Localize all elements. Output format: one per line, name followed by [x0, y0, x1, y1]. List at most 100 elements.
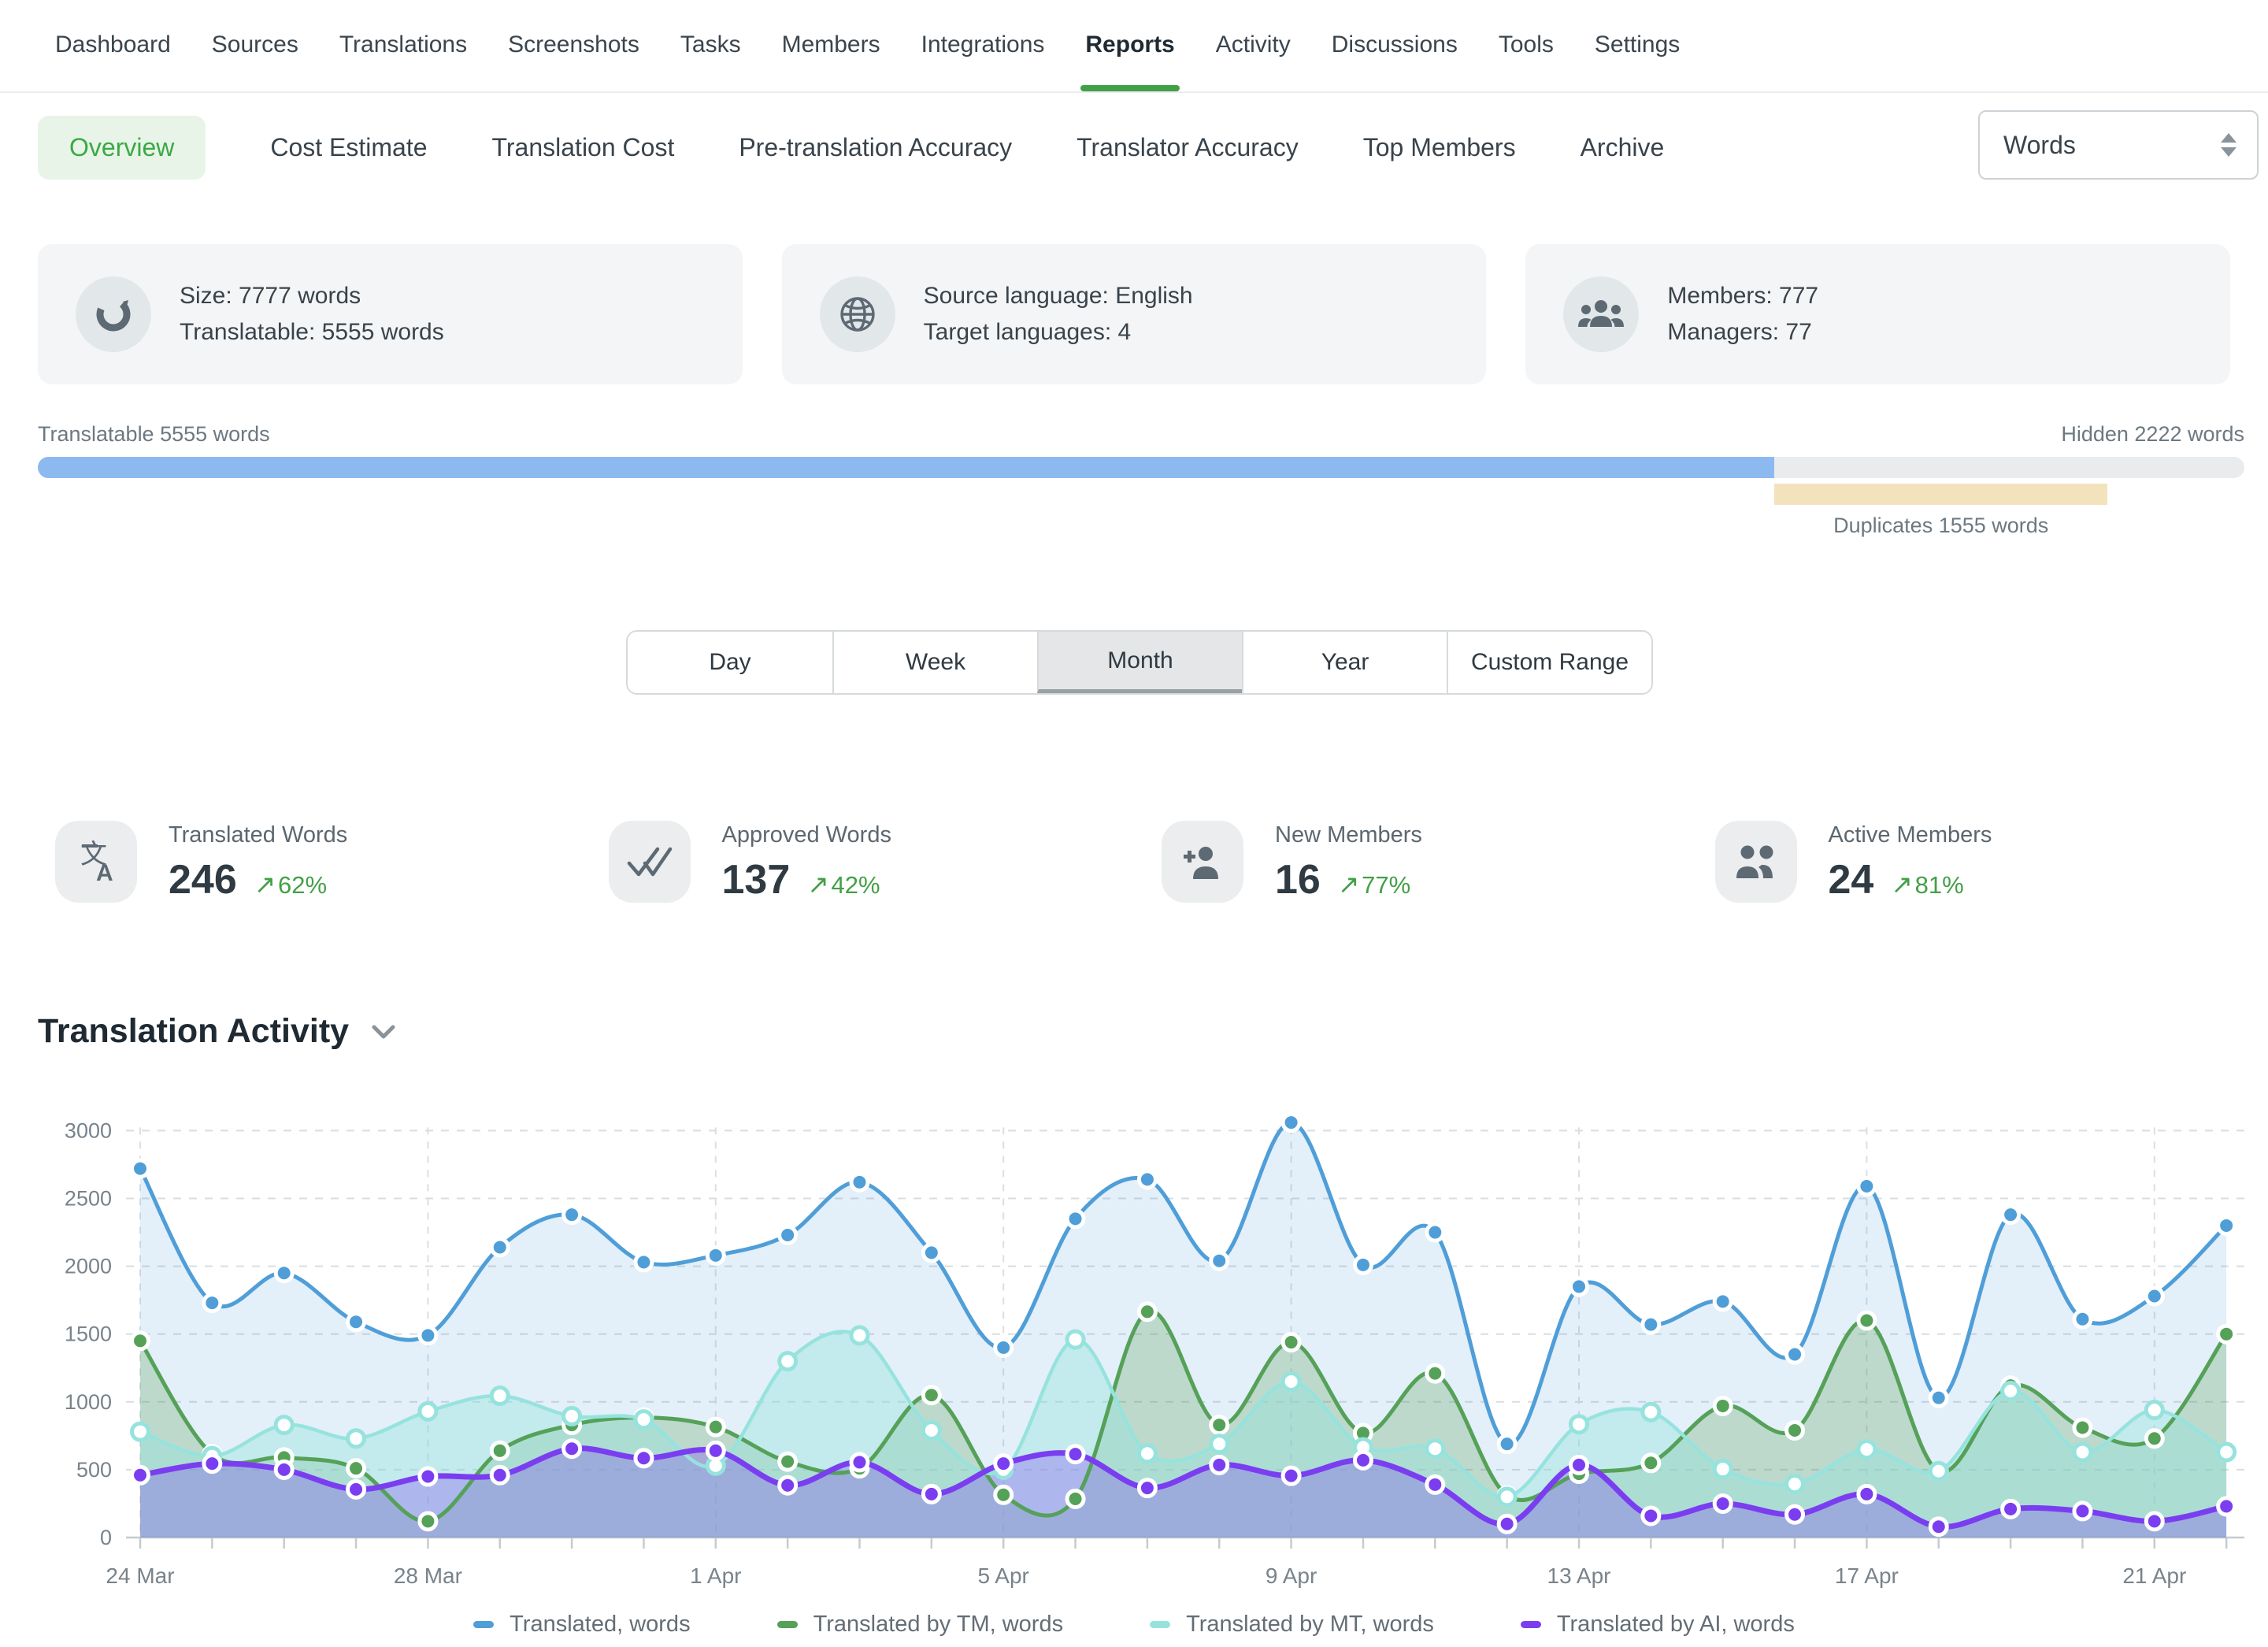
data-point[interactable] — [348, 1460, 365, 1477]
report-tab-pre-translation-accuracy[interactable]: Pre-translation Accuracy — [739, 116, 1012, 180]
data-point[interactable] — [1067, 1331, 1084, 1348]
data-point[interactable] — [707, 1247, 724, 1263]
data-point[interactable] — [780, 1226, 796, 1243]
range-tab-day[interactable]: Day — [628, 632, 832, 693]
range-tab-year[interactable]: Year — [1242, 632, 1447, 693]
data-point[interactable] — [564, 1408, 580, 1424]
nav-item-tasks[interactable]: Tasks — [680, 0, 741, 90]
nav-item-tools[interactable]: Tools — [1499, 0, 1554, 90]
data-point[interactable] — [348, 1481, 365, 1497]
data-point[interactable] — [2146, 1430, 2162, 1447]
data-point[interactable] — [780, 1453, 796, 1470]
data-point[interactable] — [1714, 1397, 1731, 1414]
data-point[interactable] — [348, 1430, 365, 1447]
data-point[interactable] — [420, 1327, 436, 1344]
data-point[interactable] — [132, 1160, 149, 1177]
data-point[interactable] — [276, 1417, 292, 1434]
data-point[interactable] — [995, 1339, 1012, 1356]
report-tab-translator-accuracy[interactable]: Translator Accuracy — [1077, 116, 1299, 180]
data-point[interactable] — [851, 1174, 868, 1190]
data-point[interactable] — [851, 1327, 868, 1344]
data-point[interactable] — [2003, 1500, 2019, 1517]
data-point[interactable] — [1427, 1476, 1443, 1493]
data-point[interactable] — [276, 1265, 292, 1282]
data-point[interactable] — [1787, 1346, 1803, 1363]
data-point[interactable] — [1067, 1446, 1084, 1463]
data-point[interactable] — [1354, 1256, 1371, 1273]
data-point[interactable] — [1930, 1519, 1947, 1535]
data-point[interactable] — [2218, 1498, 2235, 1515]
data-point[interactable] — [1139, 1304, 1155, 1320]
range-tab-week[interactable]: Week — [832, 632, 1037, 693]
unit-select[interactable]: Words — [1978, 110, 2259, 180]
data-point[interactable] — [2146, 1402, 2162, 1419]
data-point[interactable] — [132, 1467, 149, 1483]
data-point[interactable] — [132, 1333, 149, 1349]
data-point[interactable] — [420, 1513, 436, 1530]
data-point[interactable] — [1283, 1467, 1299, 1484]
nav-item-discussions[interactable]: Discussions — [1332, 0, 1458, 90]
legend-item-tm[interactable]: Translated by TM, words — [777, 1612, 1064, 1638]
data-point[interactable] — [491, 1442, 508, 1459]
data-point[interactable] — [1499, 1515, 1515, 1532]
data-point[interactable] — [1427, 1224, 1443, 1241]
data-point[interactable] — [491, 1388, 508, 1404]
nav-item-dashboard[interactable]: Dashboard — [55, 0, 171, 90]
nav-item-translations[interactable]: Translations — [339, 0, 467, 90]
data-point[interactable] — [1354, 1452, 1371, 1468]
data-point[interactable] — [1139, 1480, 1155, 1497]
data-point[interactable] — [1787, 1422, 1803, 1438]
data-point[interactable] — [1211, 1456, 1228, 1473]
data-point[interactable] — [1643, 1455, 1659, 1471]
data-point[interactable] — [1211, 1436, 1228, 1452]
legend-item-translated[interactable]: Translated, words — [473, 1612, 690, 1638]
report-tab-overview[interactable]: Overview — [38, 116, 206, 180]
legend-item-mt[interactable]: Translated by MT, words — [1150, 1612, 1434, 1638]
data-point[interactable] — [2218, 1326, 2235, 1342]
data-point[interactable] — [1067, 1490, 1084, 1507]
data-point[interactable] — [491, 1239, 508, 1256]
nav-item-reports[interactable]: Reports — [1085, 0, 1174, 90]
data-point[interactable] — [2074, 1444, 2091, 1460]
data-point[interactable] — [2218, 1444, 2235, 1460]
data-point[interactable] — [923, 1422, 939, 1438]
data-point[interactable] — [564, 1207, 580, 1223]
data-point[interactable] — [1714, 1495, 1731, 1512]
data-point[interactable] — [491, 1467, 508, 1483]
data-point[interactable] — [780, 1477, 796, 1493]
data-point[interactable] — [923, 1245, 939, 1261]
data-point[interactable] — [851, 1454, 868, 1471]
data-point[interactable] — [1499, 1436, 1515, 1452]
data-point[interactable] — [780, 1353, 796, 1370]
data-point[interactable] — [636, 1411, 652, 1428]
data-point[interactable] — [1139, 1171, 1155, 1188]
nav-item-screenshots[interactable]: Screenshots — [508, 0, 639, 90]
data-point[interactable] — [1858, 1441, 1875, 1458]
chevron-down-icon[interactable] — [369, 1022, 398, 1041]
data-point[interactable] — [132, 1423, 149, 1440]
data-point[interactable] — [2146, 1513, 2162, 1530]
data-point[interactable] — [564, 1441, 580, 1457]
data-point[interactable] — [995, 1456, 1012, 1472]
report-tab-cost-estimate[interactable]: Cost Estimate — [270, 116, 427, 180]
data-point[interactable] — [1571, 1416, 1588, 1433]
report-tab-archive[interactable]: Archive — [1581, 116, 1665, 180]
data-point[interactable] — [420, 1468, 436, 1485]
data-point[interactable] — [995, 1486, 1012, 1503]
report-tab-translation-cost[interactable]: Translation Cost — [492, 116, 675, 180]
data-point[interactable] — [204, 1295, 220, 1311]
data-point[interactable] — [2003, 1383, 2019, 1400]
nav-item-activity[interactable]: Activity — [1216, 0, 1291, 90]
data-point[interactable] — [923, 1486, 939, 1502]
data-point[interactable] — [2146, 1288, 2162, 1304]
nav-item-settings[interactable]: Settings — [1595, 0, 1680, 90]
data-point[interactable] — [636, 1450, 652, 1467]
legend-item-ai[interactable]: Translated by AI, words — [1521, 1612, 1795, 1638]
data-point[interactable] — [1139, 1445, 1155, 1462]
data-point[interactable] — [2003, 1207, 2019, 1223]
data-point[interactable] — [2074, 1419, 2091, 1436]
data-point[interactable] — [1571, 1278, 1588, 1295]
data-point[interactable] — [2074, 1311, 2091, 1327]
data-point[interactable] — [1787, 1506, 1803, 1523]
data-point[interactable] — [1858, 1178, 1875, 1195]
